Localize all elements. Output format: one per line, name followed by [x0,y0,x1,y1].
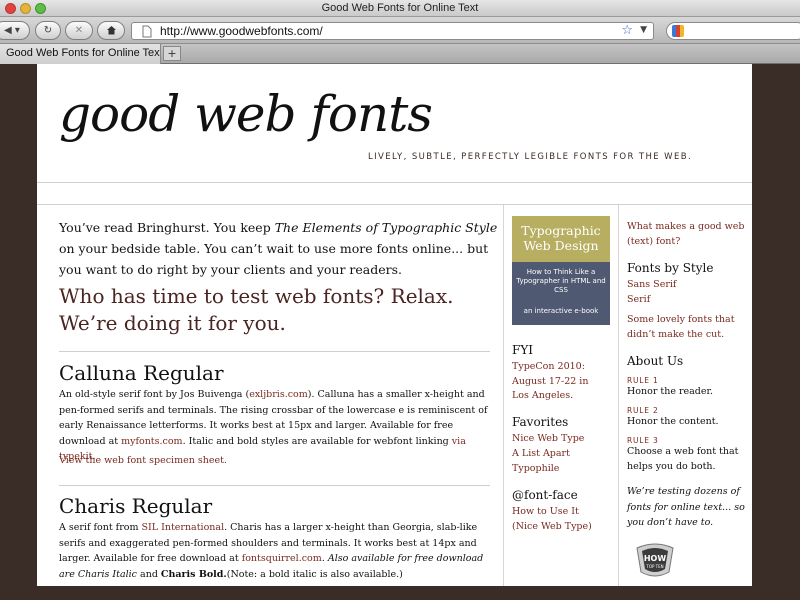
font-title-calluna: Calluna Regular [59,361,224,385]
fontface-heading: @font-face [512,488,578,502]
badge-top-text: HOW [644,554,666,563]
style-link-serif[interactable]: Serif [627,292,747,307]
rule-label: RULE 3 [627,436,659,445]
page-icon [142,25,152,38]
testing-note: We’re testing dozens of fonts for online… [627,486,745,528]
address-bar[interactable]: http://www.goodwebfonts.com/ ☆ ▼ [131,22,654,40]
desc-text: A serif font from [59,522,142,533]
section-divider [59,351,490,352]
intro-book-title: The Elements of Typographic Style [274,220,498,235]
window-title: Good Web Fonts for Online Text [321,2,479,14]
home-button[interactable] [97,21,125,40]
desc-text: . Italic and bold styles are available f… [182,435,452,447]
pitch-heading: Who has time to test web fonts? Relax. W… [59,284,454,335]
desc-text: An old-style serif font by Jos Buivenga … [59,389,250,400]
fontface-link[interactable]: How to Use It [512,505,579,520]
rule-text: Honor the content. [627,416,719,427]
minimize-window-button[interactable] [20,3,31,14]
ebook-title: Typographic Web Design [512,216,610,262]
search-box[interactable] [666,22,800,40]
how-top-ten-badge-icon[interactable]: HOW TOP TEN [633,542,677,578]
stop-icon: ✕ [74,25,84,36]
history-dropdown-icon[interactable]: ▼ [640,25,647,35]
desc-bold: Charis Bold. [160,568,227,580]
rule-text: Choose a web font that helps you do both… [627,446,739,472]
desc-text: and [137,568,161,580]
typecon-link[interactable]: TypeCon 2010: August 17-22 in Los Angele… [512,360,590,404]
fonts-by-style-heading: Fonts by Style [627,261,714,275]
favorite-link[interactable]: A List Apart [512,447,570,462]
close-window-button[interactable] [5,3,16,14]
site-tagline: LIVELY, SUBTLE, PERFECTLY LEGIBLE FONTS … [368,152,693,162]
site-logo[interactable]: good web fonts [59,89,433,139]
back-arrow-icon: ◀ ▾ [4,25,20,36]
favorites-heading: Favorites [512,415,569,429]
reload-button[interactable]: ↻ [35,21,61,40]
section-divider [59,485,490,486]
myfonts-link[interactable]: myfonts.com [121,436,183,447]
bookmark-star-icon[interactable]: ☆ [621,23,633,38]
nav-divider [37,204,752,205]
font-description-charis: A serif font from SIL International. Cha… [59,520,495,582]
favorite-link[interactable]: Typophile [512,462,559,477]
rule-label: RULE 1 [627,376,659,385]
fontsquirrel-link[interactable]: fontsquirrel.com [242,553,322,564]
intro-text-end: on your bedside table. You can’t wait to… [59,241,489,277]
exljbris-link[interactable]: exljbris.com [249,389,308,400]
column-divider-right [618,205,619,586]
stop-button[interactable]: ✕ [65,21,93,40]
intro-paragraph: You’ve read Bringhurst. You keep The Ele… [59,217,499,280]
status-bar [0,586,800,600]
tab-bar: Good Web Fonts for Online Text + [0,44,800,64]
specimen-sheet-link[interactable]: View the web font specimen sheet. [59,453,495,469]
fyi-heading: FYI [512,343,533,357]
badge-bottom-text: TOP TEN [645,564,663,569]
lovely-fonts-link[interactable]: Some lovely fonts that didn’t make the c… [627,312,747,342]
rule-label: RULE 2 [627,406,659,415]
font-title-charis: Charis Regular [59,494,213,518]
web-page: good web fonts LIVELY, SUBTLE, PERFECTLY… [37,64,752,586]
browser-toolbar: ◀ ▾ ↻ ✕ http://www.goodwebfonts.com/ ☆ ▼ [0,17,800,44]
new-tab-button[interactable]: + [163,46,181,61]
good-font-link[interactable]: What makes a good web (text) font? [627,219,747,249]
ebook-subtitle: How to Think Like a Typographer in HTML … [516,268,606,294]
tab-active[interactable]: Good Web Fonts for Online Text [0,44,161,64]
google-search-icon [672,25,684,37]
style-link-sans-serif[interactable]: Sans Serif [627,277,747,292]
home-icon [106,26,116,35]
back-button[interactable]: ◀ ▾ [0,21,30,40]
column-divider-left [503,205,504,586]
favorite-link[interactable]: Nice Web Type [512,432,584,447]
about-us-heading: About Us [627,354,684,368]
reload-icon: ↻ [43,25,53,36]
sil-link[interactable]: SIL International [142,522,225,533]
ebook-ad[interactable]: Typographic Web Design How to Think Like… [512,216,610,325]
url-text: http://www.goodwebfonts.com/ [160,24,323,38]
intro-text: You’ve read Bringhurst. You keep [59,220,275,235]
zoom-window-button[interactable] [35,3,46,14]
fontface-link[interactable]: (Nice Web Type) [512,520,592,535]
header-divider [37,182,752,183]
ebook-footer: an interactive e-book [523,307,599,315]
window-titlebar: Good Web Fonts for Online Text [0,0,800,17]
desc-text: (Note: a bold italic is also available.) [226,568,403,580]
rule-text: Honor the reader. [627,386,714,397]
